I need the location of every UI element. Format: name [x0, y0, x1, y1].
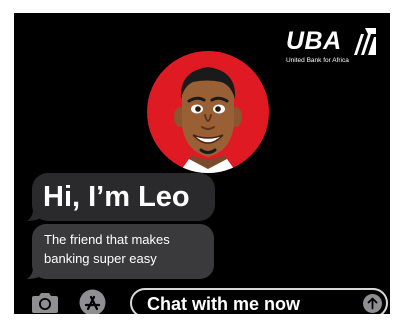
greeting-bubble: Hi, I’m Leo	[32, 173, 215, 221]
send-button[interactable]	[363, 294, 382, 313]
ad-panel: UBA United Bank for Africa Hi, I’m Leo T…	[14, 13, 390, 314]
subtext-bubble: The friend that makes banking super easy	[32, 224, 214, 279]
chat-input[interactable]: Chat with me now	[130, 288, 388, 314]
brand-name: UBA	[286, 27, 342, 55]
uba-mark-icon	[354, 28, 376, 55]
app-store-icon[interactable]	[79, 289, 106, 314]
leo-face-illustration	[174, 67, 242, 173]
bubble-tail-icon	[27, 209, 39, 221]
leo-avatar	[147, 51, 269, 173]
arrow-up-icon	[367, 297, 378, 310]
subtext-line-2: banking super easy	[44, 251, 157, 266]
brand-logo: UBA United Bank for Africa	[286, 27, 376, 67]
brand-tagline: United Bank for Africa	[286, 57, 349, 64]
camera-icon[interactable]	[30, 292, 60, 314]
chat-input-text: Chat with me now	[147, 294, 300, 314]
subtext-line-1: The friend that makes	[44, 232, 170, 247]
bubble-tail-icon	[27, 267, 39, 279]
